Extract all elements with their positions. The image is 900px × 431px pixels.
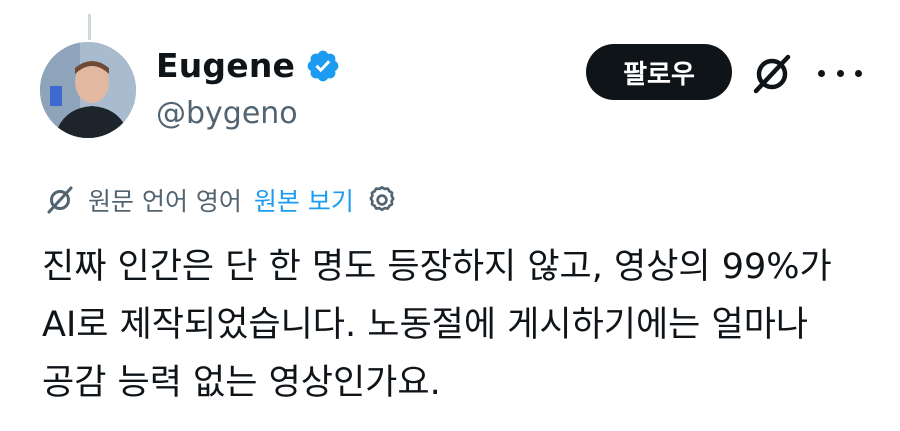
user-handle[interactable]: @bygeno: [156, 94, 341, 134]
tweet-line: 공감 능력 없는 영상인가요.: [42, 363, 441, 403]
avatar[interactable]: [40, 42, 136, 138]
translation-label: 원문 언어 영어: [88, 187, 242, 216]
user-info: Eugene @bygeno: [156, 46, 341, 134]
grok-slash-icon[interactable]: [748, 50, 796, 98]
translation-bar: 원문 언어 영어 원본 보기: [44, 180, 398, 220]
avatar-image: [40, 42, 136, 138]
more-dot: [836, 69, 844, 77]
show-original-link[interactable]: 원본 보기: [254, 182, 354, 218]
gear-icon[interactable]: [366, 184, 398, 216]
more-dot: [818, 69, 825, 77]
tweet-line: AI로 제작되었습니다. 노동절에 게시하기에는 얼마나: [42, 305, 809, 345]
grok-translate-icon: [47, 186, 73, 214]
tweet-line: 진짜 인간은 단 한 명도 등장하지 않고, 영상의 99%가: [42, 247, 832, 287]
display-name-row: Eugene: [156, 46, 341, 86]
more-dot: [855, 69, 862, 77]
tweet-text: 진짜 인간은 단 한 명도 등장하지 않고, 영상의 99%가 AI로 제작되었…: [42, 238, 882, 412]
verified-badge-icon[interactable]: [305, 48, 341, 84]
thread-divider: [88, 14, 91, 40]
more-horizontal-icon[interactable]: [818, 60, 862, 86]
follow-button[interactable]: 팔로우: [586, 44, 732, 100]
display-name[interactable]: Eugene: [156, 46, 295, 86]
